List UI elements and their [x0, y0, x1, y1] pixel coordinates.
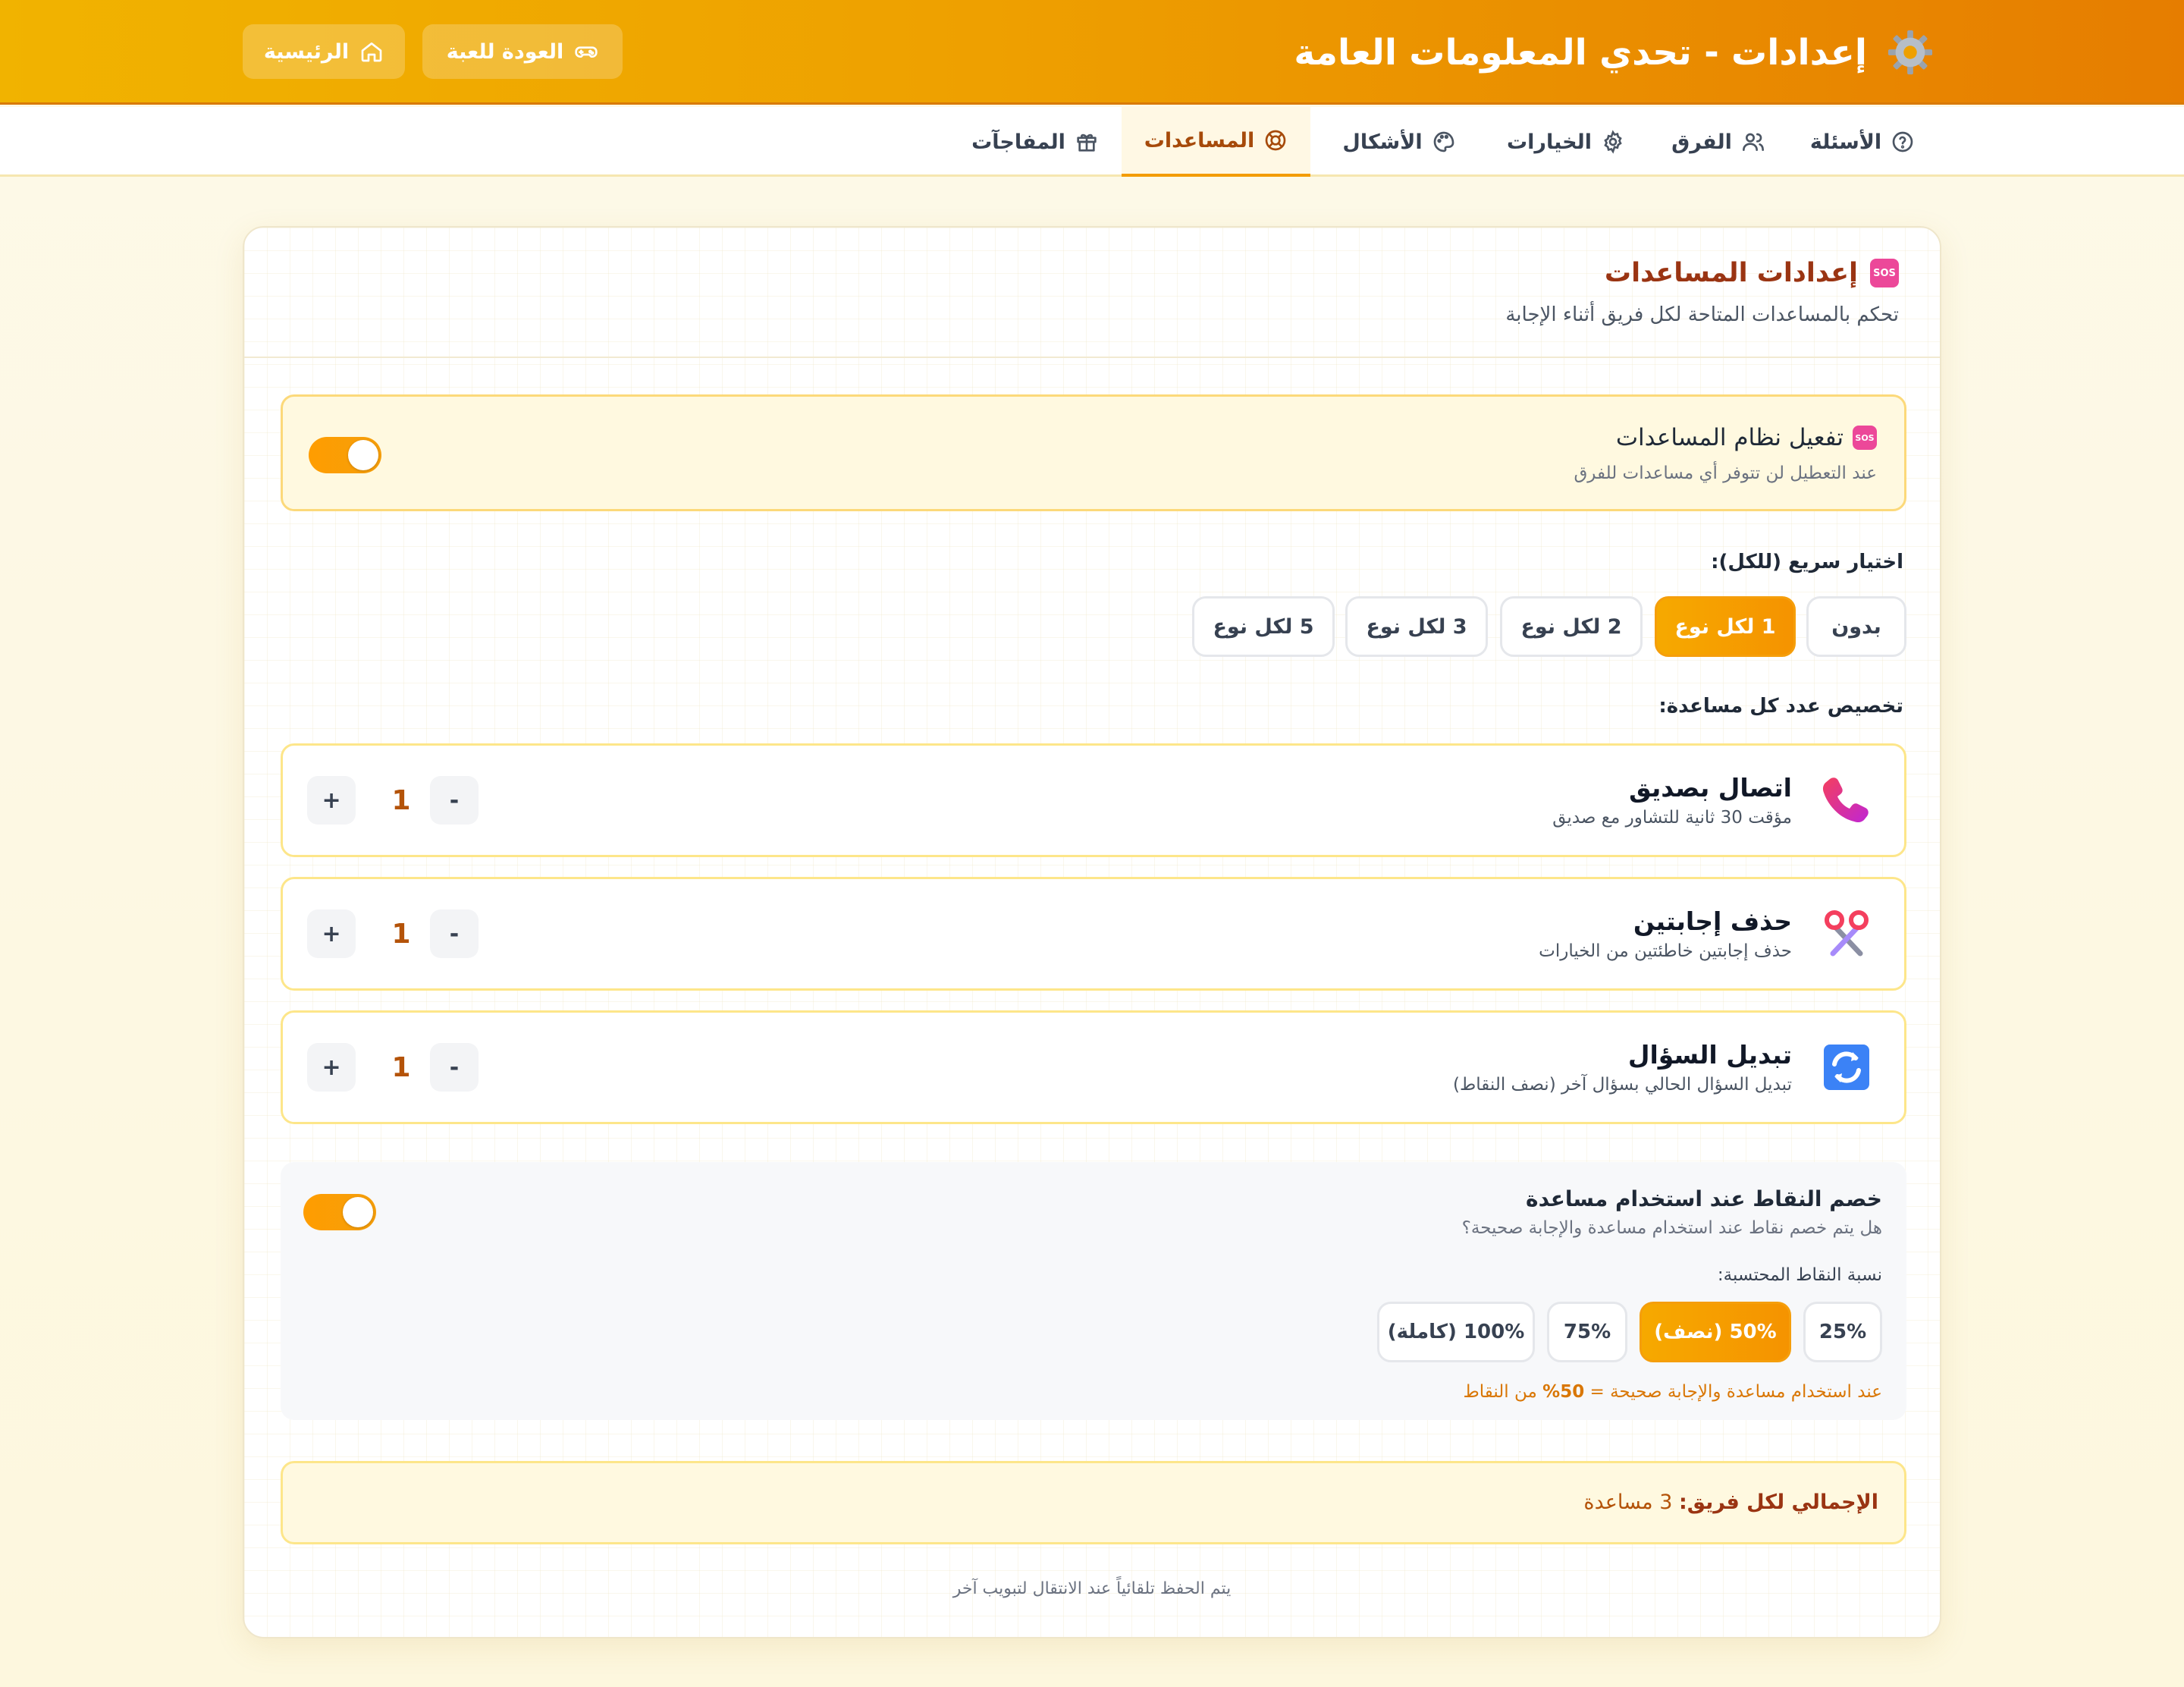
- tab-questions[interactable]: الأسئلة: [1797, 107, 1928, 177]
- enable-helps-toggle[interactable]: [309, 437, 381, 473]
- phone-icon: [1822, 778, 1869, 823]
- help-count: 1: [391, 1051, 411, 1083]
- help-description: تبديل السؤال الحالي بسؤال آخر (نصف النقا…: [1453, 1075, 1792, 1095]
- percent-25[interactable]: 25%: [1803, 1302, 1882, 1362]
- sos-icon: SOS: [1870, 259, 1899, 287]
- page-title-text: إعدادات - تحدي المعلومات العامة: [1294, 31, 1867, 74]
- help-description: مؤقت 30 ثانية للتشاور مع صديق: [1552, 808, 1792, 828]
- deduction-note-prefix: عند استخدام مساعدة والإجابة صحيحة =: [1584, 1382, 1883, 1402]
- total-per-team-panel: الإجمالي لكل فريق: 3 مساعدة: [281, 1461, 1906, 1544]
- help-description: حذف إجابتين خاطئتين من الخيارات: [1539, 941, 1792, 961]
- quick-select-5[interactable]: 5 لكل نوع: [1192, 596, 1335, 657]
- section-title-text: إعدادات المساعدات: [1604, 258, 1858, 288]
- tab-helps-label: المساعدات: [1144, 128, 1255, 152]
- back-to-game-label: العودة للعبة: [446, 39, 564, 64]
- points-deduction-panel: خصم النقاط عند استخدام مساعدة هل يتم خصم…: [281, 1162, 1906, 1420]
- toggle-knob: [343, 1197, 373, 1227]
- help-count: 1: [391, 784, 411, 816]
- sos-icon: SOS: [1853, 426, 1877, 450]
- deduction-note-suffix: من النقاط: [1463, 1382, 1543, 1402]
- tab-helps[interactable]: المساعدات: [1122, 107, 1310, 177]
- palette-icon: [1433, 131, 1454, 152]
- home-label: الرئيسية: [263, 39, 350, 64]
- quick-select-1[interactable]: 1 لكل نوع: [1655, 596, 1796, 657]
- swap-icon: [1824, 1045, 1869, 1090]
- helps-settings-card: SOS إعدادات المساعدات تحكم بالمساعدات ال…: [243, 226, 1941, 1638]
- tab-options[interactable]: الخيارات: [1492, 107, 1640, 177]
- deduction-description: هل يتم خصم نقاط عند استخدام مساعدة والإج…: [1461, 1218, 1882, 1238]
- help-count: 1: [391, 918, 411, 950]
- increment-button[interactable]: +: [307, 776, 356, 825]
- decrement-button[interactable]: -: [430, 1043, 479, 1092]
- increment-button[interactable]: +: [307, 909, 356, 958]
- total-text: الإجمالي لكل فريق: 3 مساعدة: [1583, 1491, 1878, 1514]
- percent-label: نسبة النقاط المحتسبة:: [1717, 1265, 1882, 1285]
- lifebuoy-icon: [1265, 130, 1286, 151]
- increment-button[interactable]: +: [307, 1043, 356, 1092]
- total-label: الإجمالي لكل فريق:: [1679, 1491, 1878, 1514]
- section-subtitle: تحكم بالمساعدات المتاحة لكل فريق أثناء ا…: [1505, 303, 1899, 326]
- enable-helps-title-text: تفعيل نظام المساعدات: [1615, 424, 1844, 451]
- users-icon: [1742, 133, 1764, 151]
- gamepad-icon: [575, 46, 598, 58]
- gift-icon: [1077, 134, 1097, 152]
- quick-select-2[interactable]: 2 لكل نوع: [1500, 596, 1643, 657]
- quick-select-label: اختيار سريع (للكل):: [1711, 551, 1903, 573]
- autosave-note: يتم الحفظ تلقائياً عند الانتقال لتبويب آ…: [952, 1579, 1232, 1598]
- percent-50[interactable]: 50% (نصف): [1640, 1302, 1791, 1362]
- enable-helps-title: SOS تفعيل نظام المساعدات: [1616, 424, 1877, 451]
- back-to-game-button[interactable]: العودة للعبة: [422, 24, 623, 79]
- tab-themes[interactable]: الأشكال: [1324, 107, 1474, 177]
- decrement-button[interactable]: -: [430, 909, 479, 958]
- gear-icon: [1604, 130, 1622, 154]
- tab-surprises[interactable]: المفاجآت: [963, 107, 1107, 177]
- help-name: اتصال بصديق: [1629, 773, 1792, 803]
- help-row-remove-two: حذف إجابتين حذف إجابتين خاطئتين من الخيا…: [281, 877, 1906, 991]
- quick-select-none[interactable]: بدون: [1806, 596, 1906, 657]
- help-circle-icon: [1892, 131, 1913, 152]
- total-value: 3 مساعدة: [1583, 1491, 1679, 1514]
- deduction-title: خصم النقاط عند استخدام مساعدة: [1526, 1186, 1882, 1211]
- tab-options-label: الخيارات: [1507, 130, 1592, 154]
- enable-helps-description: عند التعطيل لن تتوفر أي مساعدات للفرق: [1574, 463, 1877, 483]
- deduction-toggle[interactable]: [303, 1194, 376, 1230]
- tab-teams-label: الفرق: [1671, 130, 1732, 154]
- deduction-note: عند استخدام مساعدة والإجابة صحيحة = 50% …: [1463, 1382, 1882, 1402]
- percent-75[interactable]: 75%: [1547, 1302, 1627, 1362]
- quick-select-3[interactable]: 3 لكل نوع: [1345, 596, 1488, 657]
- deduction-note-value: 50%: [1542, 1382, 1585, 1402]
- home-button[interactable]: الرئيسية: [243, 24, 405, 79]
- customize-label: تخصيص عدد كل مساعدة:: [1658, 695, 1903, 718]
- section-title: SOS إعدادات المساعدات: [1605, 258, 1899, 288]
- help-row-swap-question: تبديل السؤال تبديل السؤال الحالي بسؤال آ…: [281, 1010, 1906, 1124]
- page-title: إعدادات - تحدي المعلومات العامة: [1294, 27, 1934, 77]
- percent-100[interactable]: 100% (كاملة): [1377, 1302, 1535, 1362]
- settings-tabs: الأسئلة الفرق الخيارات الأشكال المساعدات…: [0, 107, 2184, 177]
- scissors-icon: [1825, 910, 1869, 957]
- enable-helps-panel: SOS تفعيل نظام المساعدات عند التعطيل لن …: [281, 394, 1906, 511]
- help-name: تبديل السؤال: [1627, 1040, 1792, 1070]
- tab-themes-label: الأشكال: [1342, 130, 1423, 154]
- toggle-knob: [348, 440, 378, 470]
- help-name: حذف إجابتين: [1633, 906, 1792, 936]
- tab-teams[interactable]: الفرق: [1658, 107, 1779, 177]
- gear-icon: [1887, 30, 1933, 75]
- home-icon: [361, 42, 382, 62]
- app-header: إعدادات - تحدي المعلومات العامة العودة ل…: [0, 0, 2184, 105]
- tab-questions-label: الأسئلة: [1809, 130, 1882, 154]
- card-header: SOS إعدادات المساعدات تحكم بالمساعدات ال…: [244, 228, 1940, 358]
- decrement-button[interactable]: -: [430, 776, 479, 825]
- help-row-phone-friend: اتصال بصديق مؤقت 30 ثانية للتشاور مع صدي…: [281, 743, 1906, 857]
- tab-surprises-label: المفاجآت: [971, 130, 1065, 154]
